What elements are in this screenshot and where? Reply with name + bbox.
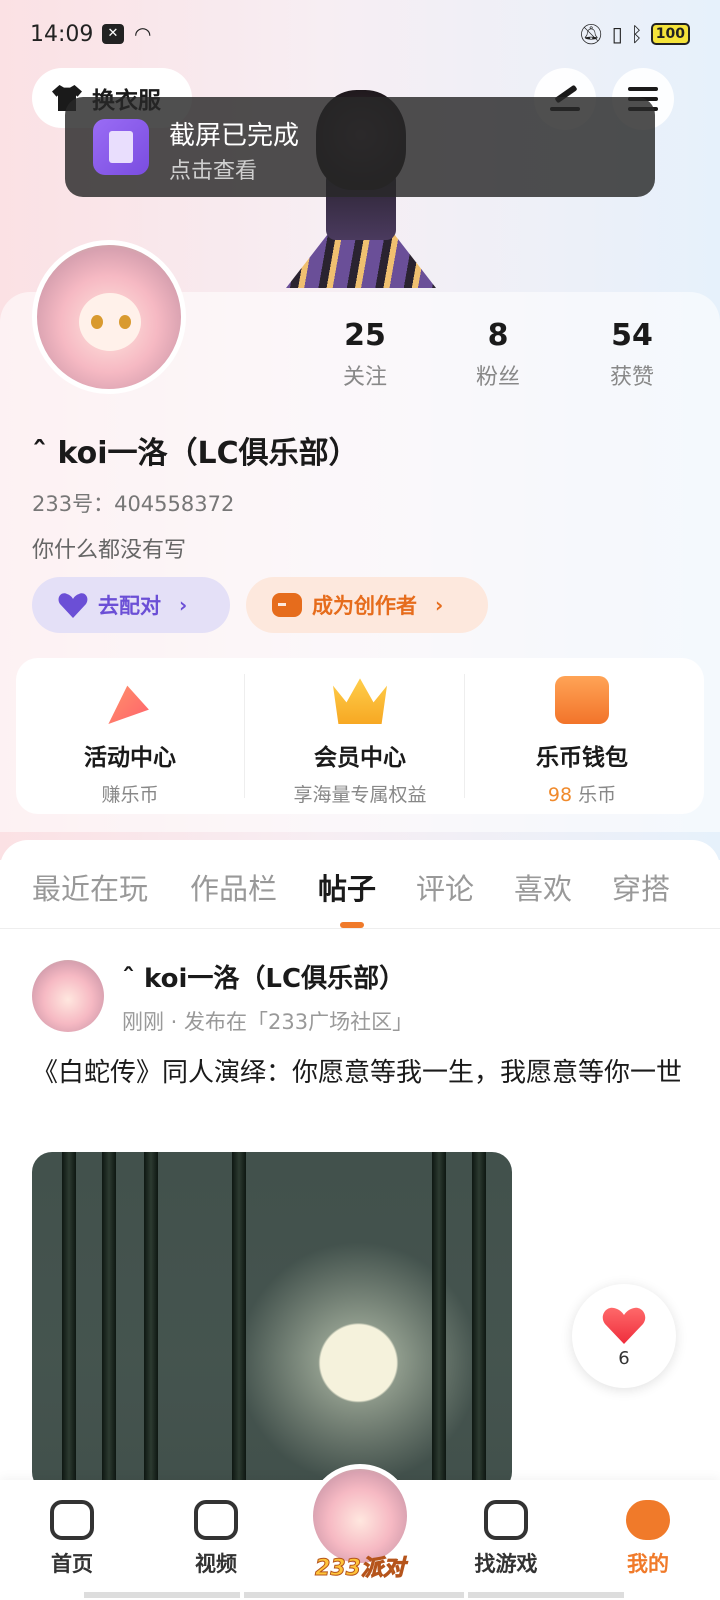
nav-home[interactable]: 首页 <box>22 1500 122 1578</box>
stat-following-value: 25 <box>344 318 386 353</box>
nav-video-label: 视频 <box>195 1552 237 1576</box>
toast-title: 截屏已完成 <box>169 121 300 151</box>
gesture-bar <box>84 1592 240 1598</box>
post-image[interactable] <box>32 1152 512 1492</box>
post-meta: 刚刚 · 发布在「233广场社区」 <box>122 1010 414 1034</box>
tab-recently-played[interactable]: 最近在玩 <box>32 866 148 908</box>
divider <box>244 674 245 798</box>
screenshot-icon <box>93 119 149 175</box>
chevron-right-icon: › <box>435 593 444 617</box>
match-label: 去配对 <box>98 594 161 618</box>
tab-outfits[interactable]: 穿搭 <box>612 866 670 908</box>
gesture-bar <box>468 1592 624 1598</box>
activity-center-sub: 赚乐币 <box>101 784 159 806</box>
coin-wallet-button[interactable]: 乐币钱包 98 乐币 <box>468 658 696 814</box>
gamepad-icon <box>50 1500 94 1540</box>
profile-face-icon <box>626 1500 670 1540</box>
heart-icon <box>58 592 88 618</box>
coin-wallet-sub: 98 乐币 <box>468 780 696 807</box>
nav-video[interactable]: 视频 <box>166 1500 266 1578</box>
nav-party-label[interactable]: 233派对 <box>302 1550 418 1582</box>
like-button[interactable]: 6 <box>572 1284 676 1388</box>
divider <box>0 928 720 929</box>
stat-likes-label: 获赞 <box>609 365 654 390</box>
post-author-name[interactable]: ˆ koi一洛（LC俱乐部） <box>122 958 405 995</box>
vibrate-icon: ▯ <box>611 22 623 46</box>
member-center-title: 会员中心 <box>314 745 406 771</box>
nav-mine[interactable]: 我的 <box>598 1500 698 1578</box>
profile-avatar[interactable] <box>32 240 186 394</box>
tab-likes[interactable]: 喜欢 <box>514 866 572 908</box>
stat-following-label: 关注 <box>342 365 387 390</box>
member-center-sub: 享海量专属权益 <box>293 784 427 806</box>
nav-mine-label: 我的 <box>627 1552 669 1576</box>
match-button[interactable]: 去配对 › <box>32 577 230 633</box>
battery-icon: 100 <box>650 23 690 45</box>
tab-posts[interactable]: 帖子 <box>318 866 376 908</box>
profile-uid: 233号：404558372 <box>32 492 235 516</box>
status-time: 14:09 <box>30 22 94 47</box>
list-icon <box>484 1500 528 1540</box>
nav-find-games-label: 找游戏 <box>474 1552 538 1576</box>
tab-works[interactable]: 作品栏 <box>190 866 277 908</box>
like-count: 6 <box>618 1348 630 1369</box>
notification-x-icon: ✕ <box>102 24 124 44</box>
activity-center-button[interactable]: 活动中心 赚乐币 <box>16 658 244 814</box>
coin-wallet-title: 乐币钱包 <box>536 745 628 771</box>
divider <box>464 674 465 798</box>
stat-likes[interactable]: 54 获赞 <box>572 318 692 391</box>
party-popper-icon <box>108 685 149 724</box>
stat-followers[interactable]: 8 粉丝 <box>438 318 558 391</box>
gamepad-icon <box>272 593 302 617</box>
stat-followers-value: 8 <box>487 318 509 353</box>
stat-likes-value: 54 <box>611 318 653 353</box>
coin-unit: 乐币 <box>578 784 617 806</box>
become-creator-button[interactable]: 成为创作者 › <box>246 577 488 633</box>
profile-username: ˆ koi一洛（LC俱乐部） <box>32 436 359 471</box>
wallet-icon <box>555 676 609 724</box>
gesture-bar <box>244 1592 464 1598</box>
screenshot-toast[interactable]: 截屏已完成 点击查看 <box>65 97 655 197</box>
stat-followers-label: 粉丝 <box>475 365 520 390</box>
post-text[interactable]: 《白蛇传》同人演绎：你愿意等我一生，我愿意等你一世 <box>32 1052 692 1094</box>
crown-icon <box>333 678 387 724</box>
become-creator-label: 成为创作者 <box>312 594 417 618</box>
member-center-button[interactable]: 会员中心 享海量专属权益 <box>246 658 474 814</box>
bluetooth-icon: ᛒ <box>630 22 643 46</box>
profile-bio[interactable]: 你什么都没有写 <box>32 532 186 564</box>
toast-subtitle: 点击查看 <box>169 159 258 184</box>
heart-icon <box>602 1306 646 1344</box>
quick-actions-panel: 活动中心 赚乐币 会员中心 享海量专属权益 乐币钱包 98 乐币 <box>16 658 704 814</box>
nav-find-games[interactable]: 找游戏 <box>456 1500 556 1578</box>
nav-home-label: 首页 <box>51 1552 93 1576</box>
stat-following[interactable]: 25 关注 <box>305 318 425 391</box>
chevron-right-icon: › <box>179 593 188 617</box>
activity-center-title: 活动中心 <box>84 745 176 771</box>
play-icon <box>194 1500 238 1540</box>
post-author-avatar[interactable] <box>32 960 104 1032</box>
tab-comments[interactable]: 评论 <box>416 866 474 908</box>
mute-icon: 🔕︎ <box>578 22 604 46</box>
wifi-icon: ◠ <box>134 22 152 46</box>
coin-balance: 98 <box>547 784 573 806</box>
